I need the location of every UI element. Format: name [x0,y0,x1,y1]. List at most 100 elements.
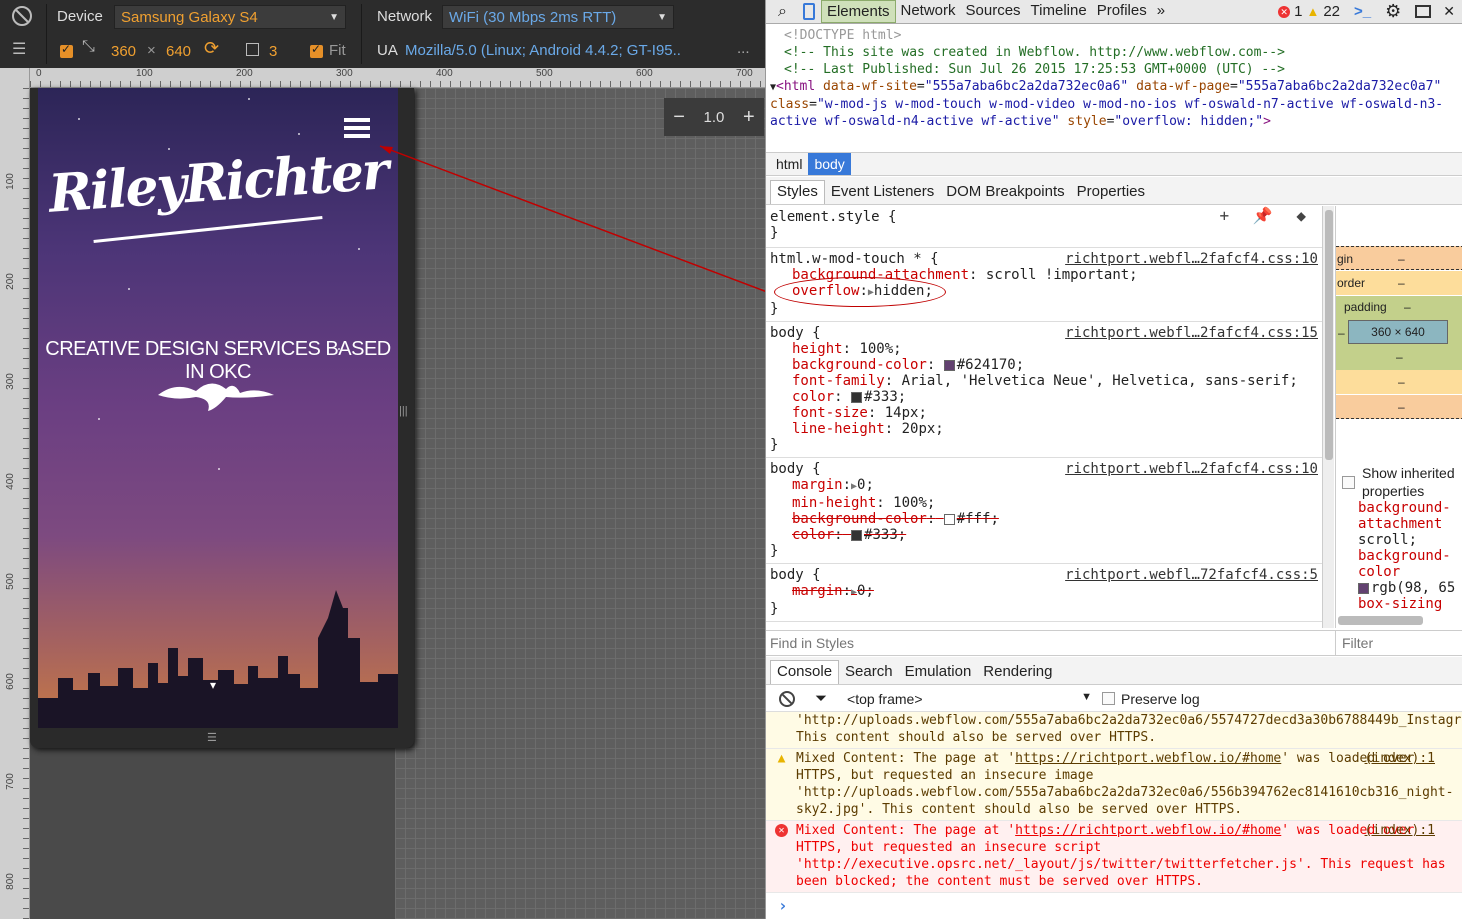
emulation-pane: Device Samsung Galaxy S4 ▼ Network WiFi … [0,0,765,919]
preserve-log-checkbox[interactable] [1102,692,1116,705]
console-drawer-icon[interactable]: >_ [1354,3,1371,20]
tab-rendering[interactable]: Rendering [977,661,1058,684]
show-inherited-row: Show inherited properties [1342,464,1462,500]
css-property[interactable]: font-family: Arial, 'Helvetica Neue', He… [770,373,1318,389]
tab-profiles[interactable]: Profiles [1092,0,1152,23]
box-model-padding[interactable]: padding – – 360 × 640 – [1336,296,1462,370]
css-property[interactable]: font-size: 14px; [770,405,1318,421]
styles-subtabs: Styles Event Listeners DOM Breakpoints P… [766,177,1462,205]
tab-dom-breakpoints[interactable]: DOM Breakpoints [940,181,1070,204]
gear-icon[interactable]: ⚙ [1385,1,1401,22]
inherited-prop-name: background-color [1358,548,1451,580]
close-icon[interactable]: ✕ [1443,3,1455,20]
page-link[interactable]: https://richtport.webflow.io/#home [1015,823,1281,838]
error-icon: ✕ [775,824,788,837]
tab-search[interactable]: Search [839,661,899,684]
tab-styles[interactable]: Styles [770,180,825,204]
css-property[interactable]: min-height: 100%; [770,495,1318,511]
box-model-margin-bottom[interactable]: – [1336,395,1462,419]
error-count[interactable]: 1 [1294,3,1302,20]
breadcrumb-body[interactable]: body [808,153,851,175]
find-row [766,630,1462,656]
box-model-content[interactable]: 360 × 640 [1348,320,1448,344]
styles-scrollbar[interactable] [1322,206,1334,628]
breadcrumb-html[interactable]: html [770,153,808,175]
color-swatch[interactable] [851,391,863,403]
device-mode-icon[interactable] [802,3,815,20]
tab-emulation[interactable]: Emulation [899,661,978,684]
comment-node[interactable]: <!-- Last Published: Sun Jul 26 2015 17:… [770,61,1459,78]
tab-console[interactable]: Console [770,660,840,684]
source-link[interactable]: (index):1 [1365,750,1435,767]
scrollbar-thumb[interactable] [1325,210,1333,460]
filter-input[interactable] [1342,633,1457,653]
tab-sources[interactable]: Sources [961,0,1026,23]
style-rule[interactable]: richtport.webfl…72fafcf4.css:5 body { ma… [766,564,1322,622]
style-rule[interactable]: element.style { + 📌 ◆ } [766,206,1322,248]
warning-count[interactable]: 22 [1323,3,1340,20]
devtools-pane: ⌕ Elements Network Sources Timeline Prof… [765,0,1462,919]
style-rule[interactable]: richtport.webfl…2fafcf4.css:15 body { he… [766,322,1322,458]
css-property-overridden[interactable]: margin:▶0; [770,583,1318,601]
css-property[interactable]: color: #333; [770,389,1318,405]
page-link[interactable]: https://richtport.webflow.io/#home [1015,751,1281,766]
html-node[interactable]: ▼<html data-wf-site="555a7aba6bc2a2da732… [770,78,1459,130]
css-property-highlighted[interactable]: overflow:▶hidden; [770,277,1318,307]
css-property[interactable]: margin:▶0; [770,477,1318,495]
rule-source-link[interactable]: richtport.webfl…2fafcf4.css:10 [1065,461,1318,477]
tab-network[interactable]: Network [896,0,961,23]
box-model-pane: gin – order – padding – – 360 × 640 – – – … [1335,206,1462,628]
color-swatch[interactable] [851,529,863,541]
box-model-margin[interactable]: gin – [1336,246,1462,270]
tab-event-listeners[interactable]: Event Listeners [825,181,940,204]
console-error[interactable]: ✕ (index):1 Mixed Content: The page at '… [766,821,1462,893]
css-property[interactable]: background-color: #624170; [770,357,1318,373]
rule-source-link[interactable]: richtport.webfl…2fafcf4.css:15 [1065,325,1318,341]
dom-tree[interactable]: <!DOCTYPE html> <!-- This site was creat… [766,24,1462,152]
more-tabs-button[interactable]: » [1152,0,1170,23]
show-inherited-checkbox[interactable] [1342,476,1355,489]
horizontal-scrollbar[interactable] [1338,616,1423,625]
pin-icon[interactable]: 📌 [1253,206,1273,225]
dropdown-arrow-icon: ▼ [1081,690,1093,703]
color-swatch[interactable] [943,513,955,525]
styles-pane: element.style { + 📌 ◆ } richtport.webfl…… [766,206,1322,628]
doctype-node[interactable]: <!DOCTYPE html> [770,27,1459,44]
error-icon: ✕ [1278,5,1291,18]
css-property[interactable]: height: 100%; [770,341,1318,357]
rule-selector[interactable]: element.style { [770,209,896,225]
box-model-border[interactable]: order – [1336,271,1462,295]
clear-console-icon[interactable] [779,690,795,707]
show-inherited-label[interactable]: Show inherited properties [1342,464,1462,500]
color-swatch[interactable] [943,359,955,371]
css-property-overridden[interactable]: background-color: #fff; [770,511,1318,527]
search-icon[interactable]: ⌕ [766,3,795,21]
source-link[interactable]: (index):1 [1365,822,1435,839]
style-rule[interactable]: richtport.webfl…2fafcf4.css:10 body { ma… [766,458,1322,564]
rule-close: } [770,601,779,617]
dock-icon[interactable] [1415,5,1432,18]
tab-timeline[interactable]: Timeline [1026,0,1092,23]
preserve-log-label: Preserve log [1121,690,1200,707]
rule-close: } [770,543,779,559]
frame-value: <top frame> [847,690,923,707]
rule-source-link[interactable]: richtport.webfl…2fafcf4.css:10 [1065,251,1318,267]
add-rule-icon[interactable]: + [1220,206,1230,225]
devtools-tabbar: ⌕ Elements Network Sources Timeline Prof… [766,0,1462,24]
tab-elements[interactable]: Elements [820,0,896,23]
color-format-icon[interactable]: ◆ [1296,206,1306,225]
box-model-border-bottom[interactable]: – [1336,370,1462,394]
css-property-overridden[interactable]: color: #333; [770,527,1318,543]
frame-select[interactable]: <top frame> ▼ [847,691,1092,707]
rule-source-link[interactable]: richtport.webfl…72fafcf4.css:5 [1065,567,1318,583]
style-rule[interactable]: richtport.webfl…2fafcf4.css:10 html.w-mo… [766,248,1322,322]
comment-node[interactable]: <!-- This site was created in Webflow. h… [770,44,1459,61]
rule-close: } [770,437,779,453]
console-warning-continued[interactable]: 'http://uploads.webflow.com/555a7aba6bc2… [766,712,1462,749]
filter-icon[interactable]: ⏷ [815,690,827,707]
console-warning[interactable]: ▲ (index):1 Mixed Content: The page at '… [766,749,1462,821]
console-prompt[interactable]: › [766,893,1462,918]
find-in-styles-input[interactable] [770,633,1330,653]
css-property[interactable]: line-height: 20px; [770,421,1318,437]
tab-properties[interactable]: Properties [1071,181,1151,204]
